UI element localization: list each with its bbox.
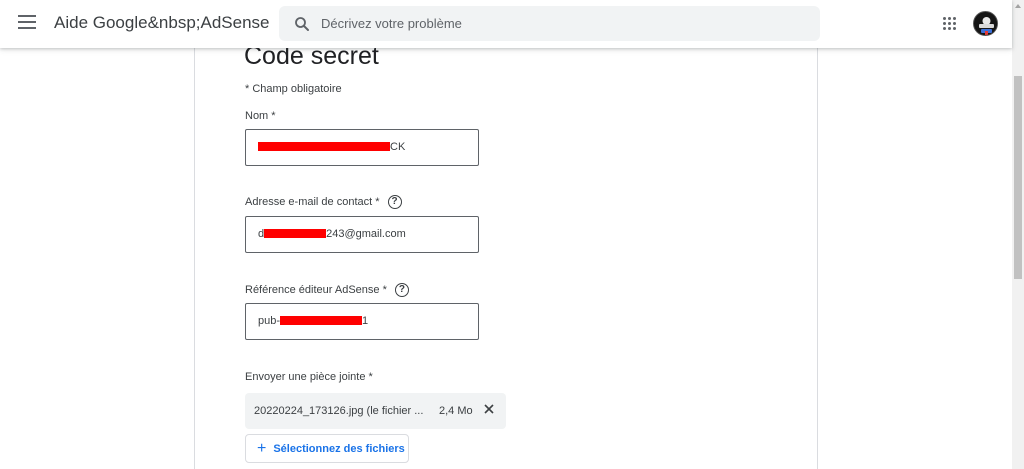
app-title[interactable]: Aide Google&nbsp;AdSense xyxy=(54,13,270,33)
search-input[interactable] xyxy=(321,6,801,41)
publisher-id-label: Référence éditeur AdSense * ? xyxy=(245,283,409,297)
name-field[interactable]: CK xyxy=(245,129,479,166)
redaction-bar xyxy=(264,229,327,238)
attached-file-size: 2,4 Mo xyxy=(439,405,473,417)
select-files-button[interactable]: + Sélectionnez des fichiers xyxy=(245,434,409,463)
apps-grid-icon[interactable] xyxy=(943,17,957,31)
scrollbar[interactable] xyxy=(1012,0,1024,469)
attachment-label: Envoyer une pièce jointe * xyxy=(245,371,373,383)
app-bar: Aide Google&nbsp;AdSense xyxy=(0,0,1012,48)
attached-file: 20220224_173126.jpg (le fichier ... 2,4 … xyxy=(245,393,506,429)
plus-icon: + xyxy=(257,439,267,457)
search-icon[interactable] xyxy=(293,15,311,33)
account-avatar-icon[interactable] xyxy=(973,11,998,36)
name-label: Nom * xyxy=(245,110,276,122)
email-label: Adresse e-mail de contact * ? xyxy=(245,195,402,209)
form-card: Code secret * Champ obligatoire Nom * CK… xyxy=(194,0,818,469)
redaction-bar xyxy=(280,316,363,325)
scrollbar-thumb[interactable] xyxy=(1014,76,1022,279)
help-icon[interactable]: ? xyxy=(394,283,409,297)
attached-file-name: 20220224_173126.jpg (le fichier ... xyxy=(254,405,424,417)
redaction-bar xyxy=(258,142,390,151)
required-note: * Champ obligatoire xyxy=(245,83,342,95)
close-icon[interactable] xyxy=(483,403,495,415)
help-icon[interactable]: ? xyxy=(387,195,402,209)
publisher-id-field[interactable]: pub- 1 xyxy=(245,303,479,340)
scroll-up-arrow-icon[interactable] xyxy=(1015,4,1021,8)
email-field[interactable]: d 243@gmail.com xyxy=(245,216,479,253)
search-box[interactable] xyxy=(279,6,820,41)
hamburger-menu-icon[interactable] xyxy=(18,15,36,31)
